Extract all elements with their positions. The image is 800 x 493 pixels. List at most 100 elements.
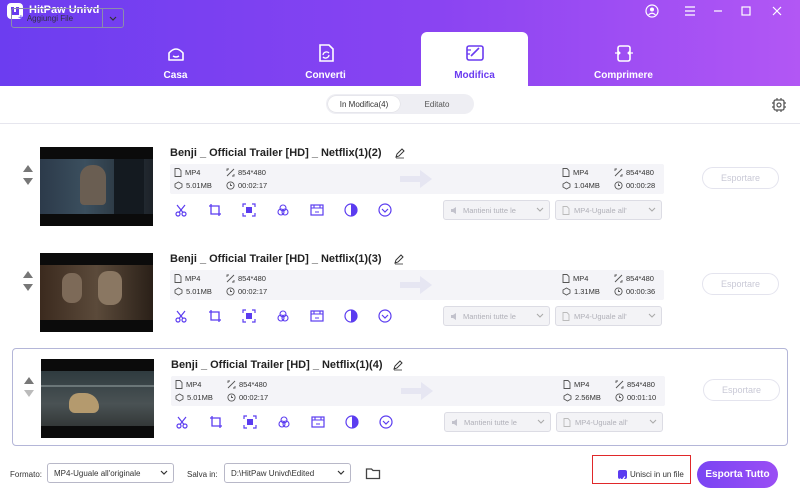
output-format-item-select[interactable]: MP4-Uguale all' bbox=[556, 412, 663, 432]
source-duration: 00:02:17 bbox=[226, 181, 267, 190]
save-label: Salva in: bbox=[187, 470, 218, 479]
hardware-acceleration-icon[interactable] bbox=[770, 96, 788, 114]
audio-icon bbox=[451, 206, 456, 214]
crop-icon[interactable] bbox=[208, 309, 222, 323]
video-thumbnail[interactable] bbox=[40, 253, 153, 332]
tab-in-modifica[interactable]: In Modifica(4) bbox=[328, 96, 400, 112]
file-info-bar: MP4 854*480 5.01MB 00:02:17 MP4 854*480 1.31MB… bbox=[170, 270, 664, 300]
file-info-bar: MP4 854*480 5.01MB 00:02:17 MP4 854*480 1.04MB… bbox=[170, 164, 664, 194]
filter-icon[interactable] bbox=[344, 309, 358, 323]
merge-label: Unisci in un file bbox=[630, 470, 684, 479]
source-size: 5.01MB bbox=[175, 393, 213, 402]
source-size: 5.01MB bbox=[174, 287, 212, 296]
move-down-icon[interactable] bbox=[24, 390, 34, 397]
move-up-icon[interactable] bbox=[23, 165, 33, 172]
speed-icon[interactable] bbox=[379, 415, 393, 429]
source-size: 5.01MB bbox=[174, 181, 212, 190]
folder-icon[interactable] bbox=[365, 465, 381, 481]
chevron-down-icon bbox=[537, 419, 545, 424]
output-format-item-select[interactable]: MP4-Uguale all' bbox=[555, 200, 662, 220]
effects-icon[interactable] bbox=[277, 415, 291, 429]
output-size: 1.04MB bbox=[562, 181, 600, 190]
export-all-button[interactable]: Esporta Tutto bbox=[697, 461, 778, 488]
filter-icon[interactable] bbox=[344, 203, 358, 217]
source-duration: 00:02:17 bbox=[226, 287, 267, 296]
file-item[interactable]: Benji _ Official Trailer [HD] _ Netflix(… bbox=[12, 137, 788, 235]
tab-comprimere[interactable]: Comprimere bbox=[570, 32, 677, 86]
convert-arrow-icon bbox=[401, 382, 433, 400]
tab-modifica[interactable]: Modifica bbox=[421, 32, 528, 86]
crop-icon[interactable] bbox=[208, 203, 222, 217]
subtitle-icon[interactable] bbox=[310, 203, 324, 217]
output-format-item-select[interactable]: MP4-Uguale all' bbox=[555, 306, 662, 326]
plus-icon: + bbox=[18, 12, 24, 24]
subtitle-icon[interactable] bbox=[310, 309, 324, 323]
source-resolution: 854*480 bbox=[226, 168, 266, 177]
home-icon bbox=[167, 48, 184, 61]
move-down-icon[interactable] bbox=[23, 284, 33, 291]
tab-casa[interactable]: Casa bbox=[122, 32, 229, 86]
add-file-button[interactable]: + Aggiungi File bbox=[11, 8, 103, 28]
output-resolution: 854*480 bbox=[615, 380, 655, 389]
save-path-select[interactable]: D:\HitPaw Univd\Edited bbox=[224, 463, 351, 483]
speed-icon[interactable] bbox=[378, 309, 392, 323]
tab-editato[interactable]: Editato bbox=[402, 96, 472, 112]
file-info-bar: MP4 854*480 5.01MB 00:02:17 MP4 854*480 2.56MB… bbox=[171, 376, 665, 406]
file-name: Benji _ Official Trailer [HD] _ Netflix(… bbox=[170, 147, 382, 159]
subtitle-icon[interactable] bbox=[311, 415, 325, 429]
scissors-icon[interactable] bbox=[174, 203, 188, 217]
convert-arrow-icon bbox=[400, 170, 432, 188]
source-duration: 00:02:17 bbox=[227, 393, 268, 402]
rename-pencil-icon[interactable] bbox=[394, 147, 406, 159]
chevron-down-icon bbox=[648, 207, 656, 212]
scissors-icon[interactable] bbox=[174, 309, 188, 323]
audio-track-select[interactable]: Mantieni tutte le bbox=[444, 412, 551, 432]
output-size: 1.31MB bbox=[562, 287, 600, 296]
output-format-select[interactable]: MP4-Uguale all'originale bbox=[47, 463, 174, 483]
video-thumbnail[interactable] bbox=[41, 359, 154, 438]
rename-pencil-icon[interactable] bbox=[393, 253, 405, 265]
move-up-icon[interactable] bbox=[23, 271, 33, 278]
filter-icon[interactable] bbox=[345, 415, 359, 429]
close-icon[interactable] bbox=[768, 2, 786, 20]
account-icon[interactable] bbox=[643, 2, 661, 20]
file-item[interactable]: Benji _ Official Trailer [HD] _ Netflix(… bbox=[12, 348, 788, 446]
file-item[interactable]: Benji _ Official Trailer [HD] _ Netflix(… bbox=[12, 243, 788, 341]
file-name: Benji _ Official Trailer [HD] _ Netflix(… bbox=[171, 359, 383, 371]
move-up-icon[interactable] bbox=[24, 377, 34, 384]
check-icon bbox=[619, 476, 626, 482]
output-duration: 00:00:28 bbox=[614, 181, 655, 190]
tab-converti[interactable]: Converti bbox=[272, 32, 379, 86]
file-name: Benji _ Official Trailer [HD] _ Netflix(… bbox=[170, 253, 382, 265]
add-file-dropdown[interactable] bbox=[102, 8, 124, 28]
output-resolution: 854*480 bbox=[614, 168, 654, 177]
audio-icon bbox=[451, 312, 456, 320]
watermark-icon[interactable] bbox=[242, 203, 256, 217]
effects-icon[interactable] bbox=[276, 203, 290, 217]
edit-icon bbox=[465, 45, 484, 61]
export-button[interactable]: Esportare bbox=[703, 379, 780, 401]
menu-icon[interactable] bbox=[681, 2, 699, 20]
export-button[interactable]: Esportare bbox=[702, 273, 779, 295]
watermark-icon[interactable] bbox=[243, 415, 257, 429]
effects-icon[interactable] bbox=[276, 309, 290, 323]
minimize-icon[interactable] bbox=[709, 2, 727, 20]
move-down-icon[interactable] bbox=[23, 178, 33, 185]
format-label: Formato: bbox=[10, 470, 43, 479]
video-thumbnail[interactable] bbox=[40, 147, 153, 226]
scissors-icon[interactable] bbox=[175, 415, 189, 429]
watermark-icon[interactable] bbox=[242, 309, 256, 323]
source-format: MP4 bbox=[174, 274, 200, 283]
chevron-down-icon bbox=[109, 16, 117, 21]
audio-track-select[interactable]: Mantieni tutte le bbox=[443, 306, 550, 326]
app-window: HitPaw Univd Casa Converti Modifica Comp… bbox=[0, 0, 800, 493]
convert-icon bbox=[318, 44, 334, 62]
maximize-icon[interactable] bbox=[737, 2, 755, 20]
crop-icon[interactable] bbox=[209, 415, 223, 429]
chevron-down-icon bbox=[160, 470, 168, 475]
export-button[interactable]: Esportare bbox=[702, 167, 779, 189]
merge-checkbox[interactable] bbox=[618, 470, 627, 482]
rename-pencil-icon[interactable] bbox=[392, 359, 404, 371]
audio-track-select[interactable]: Mantieni tutte le bbox=[443, 200, 550, 220]
speed-icon[interactable] bbox=[378, 203, 392, 217]
